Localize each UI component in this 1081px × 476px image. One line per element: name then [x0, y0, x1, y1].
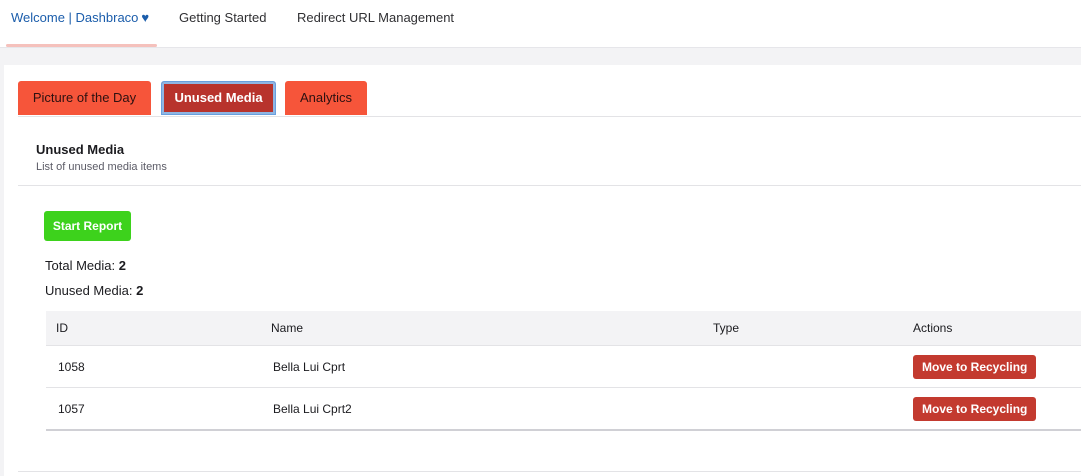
box-subtitle: List of unused media items [36, 161, 167, 173]
column-header-id: ID [46, 311, 261, 346]
column-header-name: Name [261, 311, 703, 346]
dashboard-panel: Picture of the Day Unused Media Analytic… [4, 65, 1081, 476]
move-to-recycling-button[interactable]: Move to Recycling [913, 354, 1037, 379]
subtab-analytics[interactable]: Analytics [285, 81, 367, 115]
tab-getting-started-label: Getting Started [179, 10, 267, 25]
cell-id: 1057 [46, 387, 261, 431]
table-row: 1058 Bella Lui Cprt Move to Recycling [46, 345, 1081, 388]
heart-icon: ♥ [141, 10, 150, 25]
cell-type [703, 387, 903, 431]
cell-name: Bella Lui Cprt2 [261, 387, 703, 431]
top-navigation: Welcome | Dashbraco ♥ Getting Started Red… [0, 0, 1081, 48]
unused-media-value: 2 [136, 283, 144, 298]
unused-media-stat: Unused Media: 2 [45, 283, 143, 298]
cell-name: Bella Lui Cprt [261, 345, 703, 388]
tab-getting-started[interactable]: Getting Started [179, 0, 266, 45]
tab-welcome-dashbraco[interactable]: Welcome | Dashbraco ♥ [5, 0, 158, 47]
start-report-button[interactable]: Start Report [44, 211, 131, 241]
bottom-divider [18, 471, 1081, 472]
box-divider [18, 185, 1081, 186]
cell-actions: Move to Recycling [903, 345, 1081, 388]
unused-media-label: Unused Media: [45, 283, 133, 298]
subtab-picture-of-the-day[interactable]: Picture of the Day [18, 81, 151, 115]
subtab-unused-media[interactable]: Unused Media [161, 81, 276, 115]
tab-redirect-label: Redirect URL Management [297, 10, 455, 25]
tab-divider [18, 116, 1081, 117]
table-header-row: ID Name Type Actions [46, 311, 1081, 346]
unused-media-table: ID Name Type Actions 1058 Bella Lui Cprt… [46, 311, 1081, 431]
column-header-type: Type [703, 311, 903, 346]
box-title: Unused Media [36, 142, 125, 157]
tab-redirect-url-management[interactable]: Redirect URL Management [297, 0, 454, 45]
cell-type [703, 345, 903, 388]
tab-welcome-label: Welcome | Dashbraco [11, 10, 139, 25]
total-media-value: 2 [118, 258, 126, 273]
cell-actions: Move to Recycling [903, 387, 1081, 431]
table-row: 1057 Bella Lui Cprt2 Move to Recycling [46, 387, 1081, 431]
cell-id: 1058 [46, 345, 261, 388]
move-to-recycling-button[interactable]: Move to Recycling [913, 396, 1037, 421]
column-header-actions: Actions [903, 311, 1081, 346]
total-media-label: Total Media: [45, 258, 116, 273]
total-media-stat: Total Media: 2 [45, 258, 126, 273]
